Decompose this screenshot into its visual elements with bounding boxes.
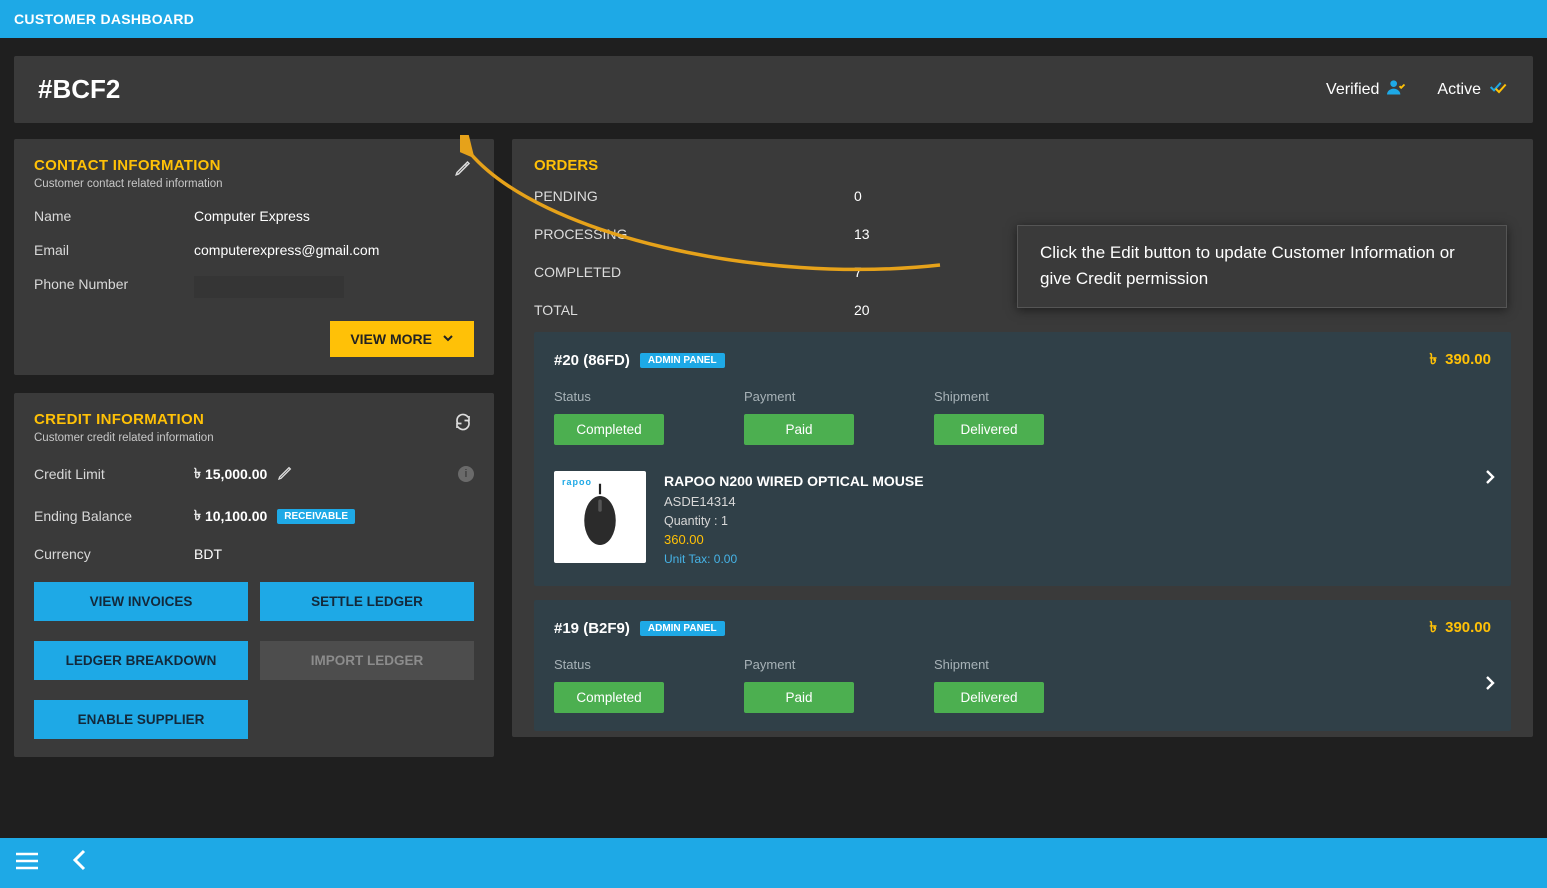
completed-label: COMPLETED [534, 264, 854, 280]
admin-panel-badge: ADMIN PANEL [640, 353, 725, 368]
view-more-label: VIEW MORE [350, 331, 432, 347]
completed-value: 7 [854, 264, 862, 280]
payment-chip: Paid [744, 682, 854, 713]
enable-supplier-button[interactable]: ENABLE SUPPLIER [34, 700, 248, 739]
phone-label: Phone Number [34, 276, 194, 301]
status-label: Status [554, 389, 664, 404]
customer-code: #BCF2 [38, 74, 120, 105]
product-row: rapoo RAPOO N200 WIRED OPTICAL MOUSE ASD… [554, 471, 1491, 568]
taka-icon: ৳ [194, 504, 201, 528]
currency-value: BDT [194, 546, 222, 562]
product-thumbnail: rapoo [554, 471, 646, 563]
payment-label: Payment [744, 389, 854, 404]
product-sku: ASDE14314 [664, 492, 924, 512]
credit-limit-label: Credit Limit [34, 466, 194, 482]
status-chip: Completed [554, 682, 664, 713]
active-check-icon [1489, 79, 1509, 100]
annotation-text: Click the Edit button to update Customer… [1040, 243, 1455, 288]
settle-ledger-button[interactable]: SETTLE LEDGER [260, 582, 474, 621]
chevron-right-icon[interactable] [1485, 469, 1495, 490]
info-icon[interactable]: i [458, 466, 474, 482]
product-quantity: Quantity : 1 [664, 512, 924, 531]
contact-panel: CONTACT INFORMATION Customer contact rel… [14, 139, 494, 375]
taka-icon: ৳ [1429, 619, 1436, 636]
back-icon[interactable] [72, 849, 86, 877]
verified-user-icon [1387, 79, 1407, 100]
pending-value: 0 [854, 188, 862, 204]
phone-value [194, 276, 344, 298]
order-title: #20 (86FD) [554, 352, 630, 369]
annotation-tooltip: Click the Edit button to update Customer… [1017, 225, 1507, 308]
admin-panel-badge: ADMIN PANEL [640, 621, 725, 636]
menu-icon[interactable] [16, 850, 38, 876]
email-value: computerexpress@gmail.com [194, 242, 379, 258]
taka-icon: ৳ [194, 462, 201, 486]
order-card[interactable]: #19 (B2F9) ADMIN PANEL ৳ 390.00 Status C… [534, 600, 1511, 731]
orders-title: ORDERS [534, 157, 1511, 174]
verified-label: Verified [1326, 81, 1379, 99]
payment-label: Payment [744, 657, 854, 672]
ledger-breakdown-button[interactable]: LEDGER BREAKDOWN [34, 641, 248, 680]
order-card[interactable]: #20 (86FD) ADMIN PANEL ৳ 390.00 Status C… [534, 332, 1511, 586]
receivable-badge: RECEIVABLE [277, 509, 355, 524]
refresh-icon[interactable] [452, 411, 474, 433]
product-price: 360.00 [664, 530, 924, 550]
order-price: 390.00 [1445, 351, 1491, 368]
active-label: Active [1437, 81, 1481, 99]
chevron-down-icon [442, 331, 454, 347]
order-price: 390.00 [1445, 619, 1491, 636]
view-more-button[interactable]: VIEW MORE [330, 321, 474, 357]
top-bar: CUSTOMER DASHBOARD [0, 0, 1547, 38]
customer-header: #BCF2 Verified Active [14, 56, 1533, 123]
shipment-label: Shipment [934, 389, 1044, 404]
name-value: Computer Express [194, 208, 310, 224]
bottom-bar [0, 838, 1547, 888]
edit-contact-icon[interactable] [452, 157, 474, 179]
ending-balance-label: Ending Balance [34, 508, 194, 524]
import-ledger-button: IMPORT LEDGER [260, 641, 474, 680]
credit-limit-value: 15,000.00 [205, 466, 267, 482]
shipment-label: Shipment [934, 657, 1044, 672]
active-status: Active [1437, 79, 1509, 100]
processing-label: PROCESSING [534, 226, 854, 242]
chevron-right-icon[interactable] [1485, 675, 1495, 696]
email-label: Email [34, 242, 194, 258]
view-invoices-button[interactable]: VIEW INVOICES [34, 582, 248, 621]
credit-panel: CREDIT INFORMATION Customer credit relat… [14, 393, 494, 757]
shipment-chip: Delivered [934, 682, 1044, 713]
pending-label: PENDING [534, 188, 854, 204]
ending-balance-value: 10,100.00 [205, 508, 267, 524]
product-tax: Unit Tax: 0.00 [664, 550, 924, 568]
name-label: Name [34, 208, 194, 224]
currency-label: Currency [34, 546, 194, 562]
status-chip: Completed [554, 414, 664, 445]
processing-value: 13 [854, 226, 870, 242]
payment-chip: Paid [744, 414, 854, 445]
contact-subtitle: Customer contact related information [34, 178, 223, 190]
credit-subtitle: Customer credit related information [34, 432, 214, 444]
product-brand: rapoo [562, 477, 592, 487]
product-name: RAPOO N200 WIRED OPTICAL MOUSE [664, 471, 924, 492]
contact-title: CONTACT INFORMATION [34, 157, 223, 174]
credit-title: CREDIT INFORMATION [34, 411, 214, 428]
total-label: TOTAL [534, 302, 854, 318]
verified-status: Verified [1326, 79, 1407, 100]
top-bar-title: CUSTOMER DASHBOARD [14, 11, 194, 27]
shipment-chip: Delivered [934, 414, 1044, 445]
edit-credit-limit-icon[interactable] [277, 465, 293, 484]
total-value: 20 [854, 302, 870, 318]
status-label: Status [554, 657, 664, 672]
order-title: #19 (B2F9) [554, 620, 630, 637]
taka-icon: ৳ [1429, 351, 1436, 368]
